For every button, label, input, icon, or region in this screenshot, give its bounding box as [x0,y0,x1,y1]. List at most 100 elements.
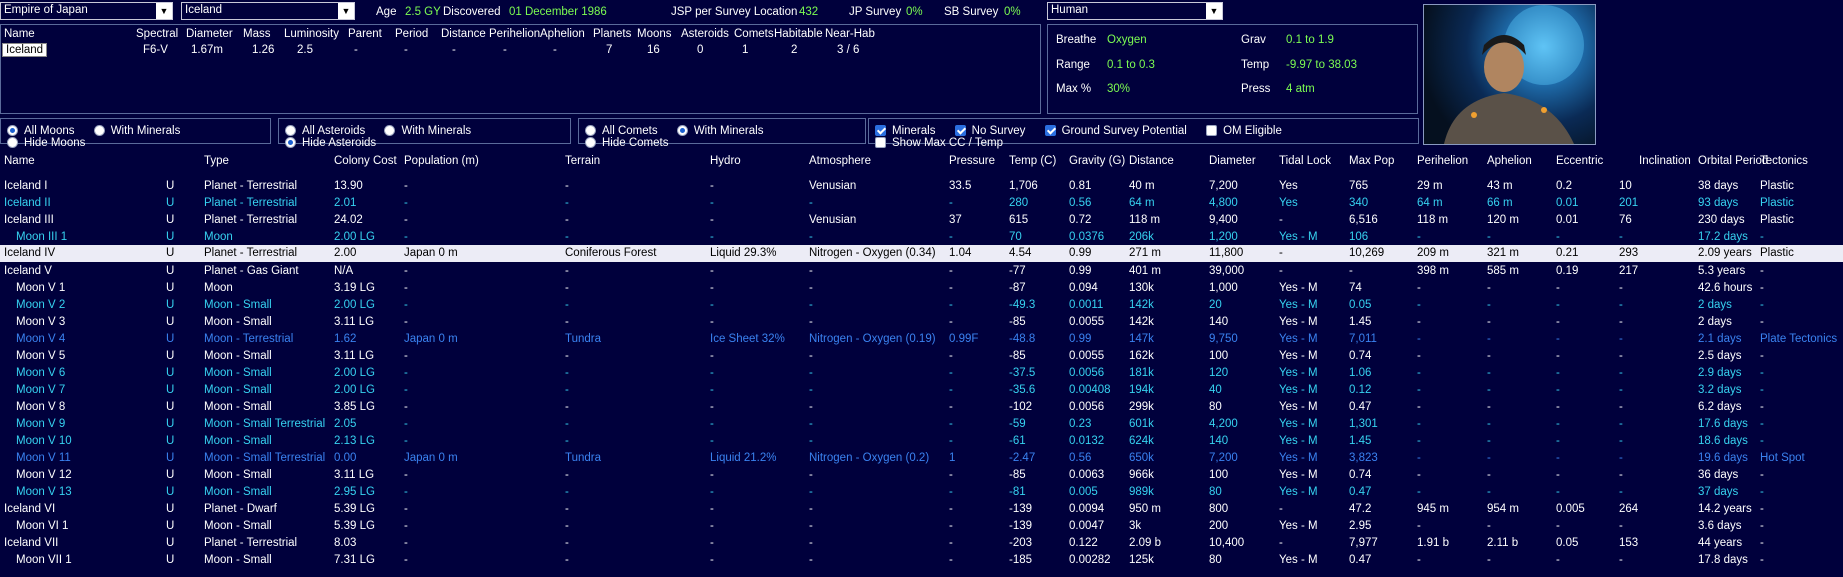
cell-diam: 7,200 [1209,180,1238,192]
cell-press: - [949,418,953,430]
cell-ecc: 0.2 [1556,180,1572,192]
species-select[interactable]: Human ▼ [1047,2,1223,20]
col-header-eccentric[interactable]: Eccentric [1556,155,1603,167]
table-row[interactable]: Moon V 10 U Moon - Small 2.13 LG - - - - - -61 0.0… [0,433,1843,450]
table-row[interactable]: Iceland V U Planet - Gas Giant N/A - - - - - -77 0… [0,263,1843,280]
col-header-name[interactable]: Name [4,155,35,167]
table-row[interactable]: Moon V 11 U Moon - Small Terrestrial 0.00 Ja… [0,450,1843,467]
cell-tect: - [1760,435,1764,447]
cell-name: Iceland V [4,265,52,277]
table-row[interactable]: Moon V 12 U Moon - Small 3.11 LG - - - - - -85 0.0… [0,467,1843,484]
table-row[interactable]: Moon VI 1 U Moon - Small 5.39 LG - - - - - -139 0.… [0,518,1843,535]
cell-aph: - [1487,520,1491,532]
cell-inc: - [1619,469,1623,481]
cell-terrain: - [565,197,569,209]
star-header-comets: Comets [734,28,774,40]
col-header-colony-cost[interactable]: Colony Cost [334,155,397,167]
col-header-temp[interactable]: Temp (C) [1009,155,1056,167]
table-row[interactable]: Moon VII 1 U Moon - Small 7.31 LG - - - - - -185 0… [0,552,1843,569]
col-header-inclination[interactable]: Inclination [1639,155,1691,167]
table-row[interactable]: Moon V 8 U Moon - Small 3.85 LG - - - - - -102 0.0… [0,399,1843,416]
cell-aph: 43 m [1487,180,1513,192]
col-header-gravity[interactable]: Gravity (G) [1069,155,1125,167]
check-show-max-cc-temp[interactable]: Show Max CC / Temp [875,137,1003,149]
cell-name: Moon V 7 [16,384,66,396]
cell-peri: - [1417,333,1421,345]
max-label: Max % [1056,83,1092,95]
cell-cc: 3.85 LG [334,401,375,413]
col-header-diameter[interactable]: Diameter [1209,155,1256,167]
cell-grav: 0.0056 [1069,367,1105,379]
table-row[interactable]: Moon III 1 U Moon 2.00 LG - - - - - 70 0.0376 206k 1… [0,229,1843,246]
table-row[interactable]: Moon V 3 U Moon - Small 3.11 LG - - - - - -85 0.00… [0,314,1843,331]
table-row[interactable]: Moon V 13 U Moon - Small 2.95 LG - - - - - -81 0.0… [0,484,1843,501]
cell-grav: 0.99 [1069,265,1092,277]
table-row[interactable]: Moon V 6 U Moon - Small 2.00 LG - - - - - -37.5 0.… [0,365,1843,382]
check-no-survey[interactable]: No Survey [954,125,1025,137]
table-row[interactable]: Moon V 5 U Moon - Small 3.11 LG - - - - - -85 0.00… [0,348,1843,365]
cell-tect: - [1760,418,1764,430]
cell-u: U [166,503,175,515]
filter-comets-with-minerals[interactable]: With Minerals [676,125,763,137]
col-header-type[interactable]: Type [204,155,229,167]
filter-hide-comets[interactable]: Hide Comets [585,137,668,149]
filter-all-comets[interactable]: All Comets [585,125,658,137]
table-row[interactable]: Iceland VI U Planet - Dwarf 5.39 LG - - - - - -13… [0,501,1843,518]
col-header-max-pop[interactable]: Max Pop [1349,155,1394,167]
filter-all-asteroids[interactable]: All Asteroids [285,125,365,137]
cell-maxpop: 6,516 [1349,214,1378,226]
check-minerals[interactable]: Minerals [875,125,935,137]
empire-select[interactable]: Empire of Japan ▼ [0,2,173,20]
table-row[interactable]: Moon V 7 U Moon - Small 2.00 LG - - - - - -35.6 0.… [0,382,1843,399]
col-header-terrain[interactable]: Terrain [565,155,600,167]
filter-hide-moons[interactable]: Hide Moons [7,137,85,149]
cell-grav: 0.0047 [1069,520,1105,532]
col-header-atmosphere[interactable]: Atmosphere [809,155,871,167]
cell-orb: 3.2 days [1698,384,1742,396]
table-row[interactable]: Iceland I U Planet - Terrestrial 13.90 - - - Ve… [0,178,1843,195]
col-header-aphelion[interactable]: Aphelion [1487,155,1532,167]
moon-filter-group: All Moons With Minerals Hide Moons [0,118,271,149]
table-row[interactable]: Moon V 1 U Moon 3.19 LG - - - - - -87 0.094 130k 1,0… [0,280,1843,297]
table-row[interactable]: Iceland VII U Planet - Terrestrial 8.03 - - - -… [0,535,1843,552]
star-header-luminosity: Luminosity [284,28,339,40]
col-header-orbital-period[interactable]: Orbital Period [1698,155,1768,167]
col-header-distance[interactable]: Distance [1129,155,1174,167]
table-row[interactable]: Iceland III U Planet - Terrestrial 24.02 - - -… [0,212,1843,229]
cell-tect: Plastic [1760,197,1794,209]
filter-asteroids-with-minerals[interactable]: With Minerals [384,125,471,137]
table-row[interactable]: Iceland II U Planet - Terrestrial 2.01 - - - - -… [0,195,1843,212]
cell-tidal: Yes - M [1279,367,1318,379]
max-value: 30% [1107,83,1131,95]
col-header-population[interactable]: Population (m) [404,155,479,167]
cell-name: Moon V 5 [16,350,66,362]
cell-u: U [166,333,175,345]
star-value-name[interactable]: Iceland [2,43,48,57]
col-header-pressure[interactable]: Pressure [949,155,995,167]
col-header-perihelion[interactable]: Perihelion [1417,155,1468,167]
cell-orb: 42.6 hours [1698,282,1753,294]
cell-grav: 0.0011 [1069,299,1104,311]
filter-all-moons[interactable]: All Moons [7,125,75,137]
cell-name: Moon V 12 [16,469,72,481]
col-header-hydro[interactable]: Hydro [710,155,741,167]
cell-peri: - [1417,367,1421,379]
table-row[interactable]: Moon V 2 U Moon - Small 2.00 LG - - - - - -49.3 0.… [0,297,1843,314]
check-ground-survey-potential[interactable]: Ground Survey Potential [1044,125,1187,137]
filter-hide-asteroids[interactable]: Hide Asteroids [285,137,376,149]
table-row[interactable]: Moon V 9 U Moon - Small Terrestrial 2.05 - - -… [0,416,1843,433]
checkbox-icon [875,137,886,148]
system-select[interactable]: Iceland ▼ [181,2,355,20]
cell-ecc: 0.19 [1556,265,1579,277]
table-row[interactable]: Moon V 4 U Moon - Terrestrial 1.62 Japan 0 m… [0,331,1843,348]
cell-terrain: - [565,180,569,192]
cell-u: U [166,247,175,259]
cell-cc: 5.39 LG [334,503,375,515]
cell-orb: 2.9 days [1698,367,1742,379]
filter-moons-with-minerals[interactable]: With Minerals [93,125,180,137]
check-om-eligible[interactable]: OM Eligible [1206,125,1282,137]
col-header-tidal-lock[interactable]: Tidal Lock [1279,155,1331,167]
jp-survey-label: JP Survey [849,6,902,18]
col-header-tectonics[interactable]: Tectonics [1760,155,1808,167]
table-row[interactable]: Iceland IV U Planet - Terrestrial 2.00 Japan… [0,245,1843,262]
